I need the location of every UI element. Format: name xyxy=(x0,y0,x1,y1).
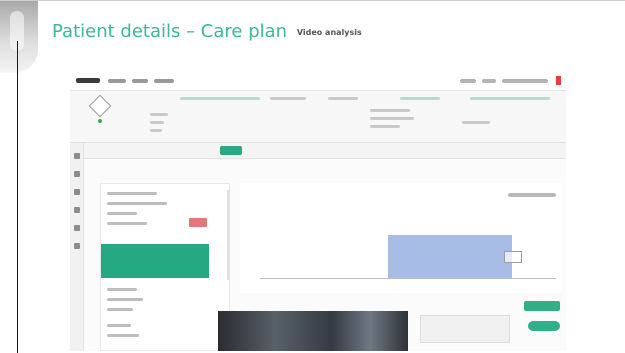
cursor-icon xyxy=(504,251,522,263)
app-logo xyxy=(76,78,100,83)
chart-axis xyxy=(260,278,556,279)
analysis-chart xyxy=(240,183,562,293)
header-field xyxy=(370,125,400,128)
topnav-item[interactable] xyxy=(108,79,126,83)
topbar-right-item[interactable] xyxy=(460,79,476,83)
slide-title: Patient details – Care plan Video analys… xyxy=(52,21,362,42)
slide-frame-line xyxy=(17,41,18,353)
header-grey-line xyxy=(270,97,306,100)
list-row[interactable] xyxy=(107,202,167,205)
active-filter-chip[interactable] xyxy=(220,146,242,155)
nav-icon[interactable] xyxy=(74,189,80,195)
header-field xyxy=(150,121,164,124)
header-field xyxy=(370,109,410,112)
video-player[interactable] xyxy=(218,311,408,351)
chart-bar xyxy=(388,235,512,278)
list-row[interactable] xyxy=(107,308,133,311)
list-row[interactable] xyxy=(107,192,157,195)
topnav-item[interactable] xyxy=(132,79,148,83)
notification-badge[interactable] xyxy=(556,76,561,85)
nav-icon[interactable] xyxy=(74,207,80,213)
list-row[interactable] xyxy=(107,288,137,291)
video-analysis-box xyxy=(420,315,510,343)
selected-list-item[interactable] xyxy=(101,244,209,278)
list-row[interactable] xyxy=(107,298,143,301)
header-green-line xyxy=(400,97,440,100)
embedded-screenshot xyxy=(70,71,566,351)
list-row[interactable] xyxy=(107,212,137,215)
header-green-line xyxy=(470,97,550,100)
alert-button[interactable] xyxy=(189,218,207,227)
header-green-line xyxy=(180,97,260,100)
content-toolbar xyxy=(84,143,566,159)
corner-decoration xyxy=(0,1,38,73)
topnav-item[interactable] xyxy=(154,79,174,83)
nav-icon[interactable] xyxy=(74,225,80,231)
nav-icon[interactable] xyxy=(74,171,80,177)
primary-action-button[interactable] xyxy=(524,301,560,311)
care-plan-list-panel xyxy=(100,183,230,351)
header-field xyxy=(462,121,490,124)
nav-icon[interactable] xyxy=(74,243,80,249)
list-row[interactable] xyxy=(107,334,139,337)
chart-legend xyxy=(508,193,556,197)
nav-icon[interactable] xyxy=(74,153,80,159)
header-field xyxy=(370,117,414,120)
topbar-right-item[interactable] xyxy=(482,79,496,83)
secondary-action-button[interactable] xyxy=(528,321,560,331)
slide-title-text: Patient details – Care plan xyxy=(52,21,288,42)
header-field xyxy=(150,113,168,116)
header-field xyxy=(150,129,162,132)
app-topbar xyxy=(70,71,566,91)
list-row[interactable] xyxy=(107,324,131,327)
presentation-slide: Patient details – Care plan Video analys… xyxy=(0,0,625,353)
topbar-right-item[interactable] xyxy=(502,79,548,83)
left-icon-nav xyxy=(70,143,84,351)
header-grey-line xyxy=(328,97,358,100)
online-status-dot xyxy=(98,119,102,123)
patient-header-band xyxy=(70,91,566,143)
list-row[interactable] xyxy=(107,222,147,225)
slide-subtitle: Video analysis xyxy=(296,27,362,37)
panel-scrollbar[interactable] xyxy=(227,190,230,280)
